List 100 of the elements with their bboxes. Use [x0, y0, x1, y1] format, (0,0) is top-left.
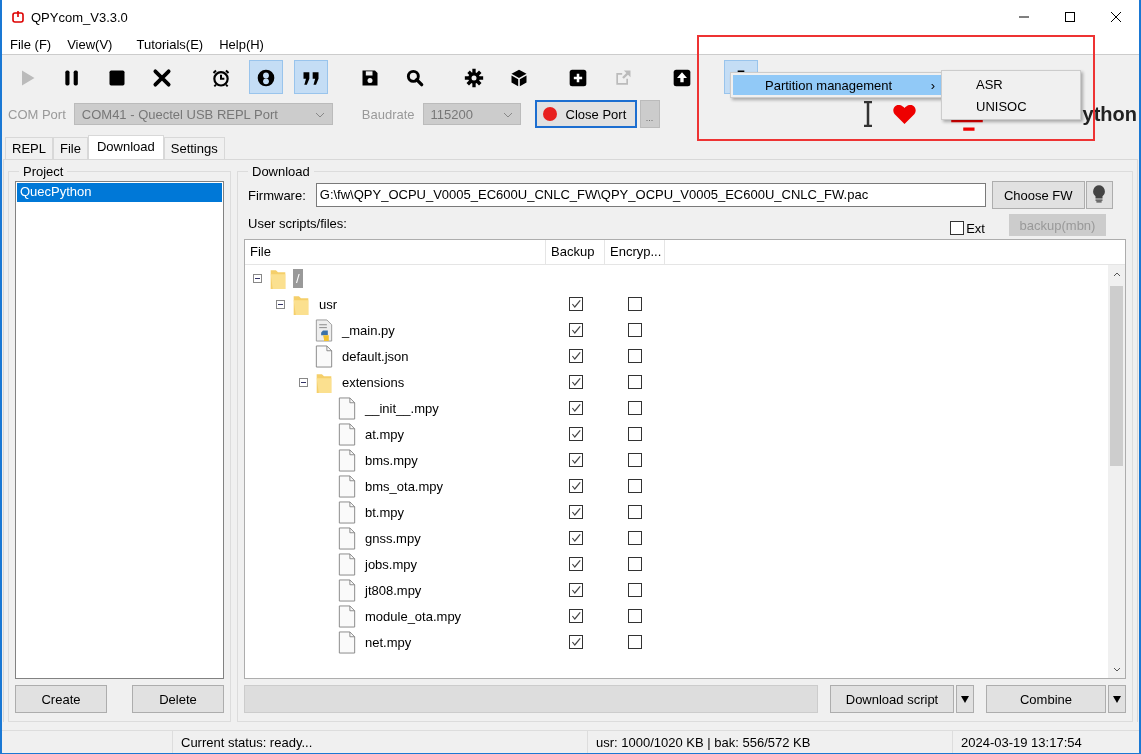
file-name[interactable]: net.mpy	[362, 632, 415, 652]
combine-button[interactable]: Combine	[986, 685, 1106, 713]
project-item[interactable]: QuecPython	[17, 183, 222, 202]
firmware-label: Firmware:	[248, 187, 306, 203]
settings-icon	[464, 67, 484, 89]
encrypt-checkbox[interactable]	[628, 583, 642, 597]
ext-checkbox[interactable]: Ext	[950, 220, 985, 236]
column-header[interactable]: File	[245, 240, 546, 264]
file-name[interactable]: bt.mpy	[362, 502, 407, 522]
collapse-toggle[interactable]	[253, 273, 262, 283]
download-script-button[interactable]: Download script	[830, 685, 954, 713]
collapse-toggle[interactable]	[276, 299, 285, 309]
backup-checkbox[interactable]	[568, 349, 583, 363]
badge-icon	[256, 67, 276, 89]
com-port-label: COM Port	[8, 106, 66, 122]
backup-checkbox[interactable]	[568, 427, 583, 441]
file-icon	[338, 552, 356, 576]
vertical-scrollbar[interactable]	[1108, 265, 1125, 678]
dropdown-button[interactable]	[956, 685, 974, 713]
backup-checkbox[interactable]	[568, 401, 583, 415]
file-icon	[338, 604, 356, 628]
menu-item[interactable]: Partition management ›	[733, 75, 941, 95]
encrypt-checkbox[interactable]	[628, 531, 642, 545]
timestamp: 2024-03-19 13:17:54	[960, 734, 1082, 750]
menu-item[interactable]: View(V)	[67, 36, 113, 52]
cube-icon	[509, 67, 529, 89]
file-name[interactable]: gnss.mpy	[362, 528, 424, 548]
collapse-toggle[interactable]	[299, 377, 308, 387]
file-name[interactable]: jt808.mpy	[362, 580, 425, 600]
plus-icon	[568, 67, 588, 89]
file-name[interactable]: bms.mpy	[362, 450, 421, 470]
more-button[interactable]: ...	[639, 100, 660, 128]
close-port-button[interactable]: Close Port	[534, 100, 637, 128]
encrypt-checkbox[interactable]	[628, 297, 642, 311]
caret-icon	[960, 693, 970, 704]
backup-checkbox[interactable]	[568, 531, 583, 545]
encrypt-checkbox[interactable]	[628, 635, 642, 649]
encrypt-checkbox[interactable]	[628, 453, 642, 467]
chevron-icon	[502, 112, 513, 118]
app-icon	[11, 10, 25, 24]
encrypt-checkbox[interactable]	[628, 505, 642, 519]
file-icon	[338, 474, 356, 498]
backup-checkbox[interactable]	[568, 323, 583, 337]
file-name[interactable]: usr	[316, 294, 341, 314]
scroll-down-icon[interactable]	[1111, 666, 1122, 674]
file-name[interactable]: _main.py	[339, 320, 398, 340]
dropdown-button[interactable]	[1108, 685, 1126, 713]
firmware-field[interactable]: G:\fw\QPY_OCPU_V0005_EC600U_CNLC_FW\QPY_OCPU_V0005_EC600U_CNLC_FW.pac	[315, 183, 986, 207]
file-name[interactable]: at.mpy	[362, 424, 407, 444]
tab[interactable]: Settings	[163, 137, 225, 159]
backup-checkbox[interactable]	[568, 375, 583, 389]
menu-item[interactable]: File (F)	[10, 36, 52, 52]
delete-button[interactable]: Delete	[132, 685, 224, 713]
backup-checkbox[interactable]	[568, 479, 583, 493]
menu-item[interactable]: Help(H)	[219, 36, 264, 52]
alarm-clock-icon	[211, 67, 231, 89]
file-icon	[338, 630, 356, 654]
backup-checkbox[interactable]	[568, 453, 583, 467]
column-header[interactable]: Backup	[546, 240, 605, 264]
lightbulb-button[interactable]	[1085, 181, 1113, 209]
scroll-up-icon[interactable]	[1111, 270, 1122, 278]
backup-checkbox[interactable]	[568, 609, 583, 623]
backup-checkbox[interactable]	[568, 635, 583, 649]
file-name[interactable]: __init__.mpy	[362, 398, 442, 418]
file-name[interactable]: jobs.mpy	[362, 554, 421, 574]
encrypt-checkbox[interactable]	[628, 427, 642, 441]
menu-item[interactable]: ASR	[942, 73, 1080, 95]
backup-checkbox[interactable]	[568, 583, 583, 597]
encrypt-checkbox[interactable]	[628, 375, 642, 389]
encrypt-checkbox[interactable]	[628, 401, 642, 415]
encrypt-checkbox[interactable]	[628, 609, 642, 623]
column-header[interactable]: Encryp...	[605, 240, 665, 264]
toolbar-button[interactable]	[294, 60, 328, 94]
toolbar-button[interactable]	[249, 60, 283, 94]
tab[interactable]: File	[52, 137, 88, 159]
choose-fw-button[interactable]: Choose FW	[991, 181, 1085, 209]
python-file-icon	[315, 318, 333, 342]
encrypt-checkbox[interactable]	[628, 479, 642, 493]
status-text: Current status: ready...	[173, 731, 588, 753]
tab[interactable]: REPL	[5, 137, 53, 159]
caret-icon	[1112, 693, 1122, 704]
backup-checkbox[interactable]	[568, 505, 583, 519]
file-name[interactable]: default.json	[339, 346, 412, 366]
encrypt-checkbox[interactable]	[628, 323, 642, 337]
file-name[interactable]: extensions	[339, 372, 408, 392]
file-name[interactable]: bms_ota.mpy	[362, 476, 447, 496]
lightbulb-icon	[1092, 184, 1107, 204]
heart-icon[interactable]	[891, 103, 917, 125]
encrypt-checkbox[interactable]	[628, 349, 642, 363]
create-button[interactable]: Create	[15, 685, 107, 713]
baudrate-label: Baudrate	[361, 106, 415, 122]
menu-item[interactable]: Tutorials(E)	[136, 36, 204, 52]
file-name[interactable]: module_ota.mpy	[362, 606, 465, 626]
backup-checkbox[interactable]	[568, 557, 583, 571]
file-icon	[338, 500, 356, 524]
encrypt-checkbox[interactable]	[628, 557, 642, 571]
backup-checkbox[interactable]	[568, 297, 583, 311]
chevron-icon	[314, 112, 325, 118]
tab[interactable]: Download	[87, 135, 164, 159]
menu-item[interactable]: UNISOC	[942, 95, 1080, 117]
